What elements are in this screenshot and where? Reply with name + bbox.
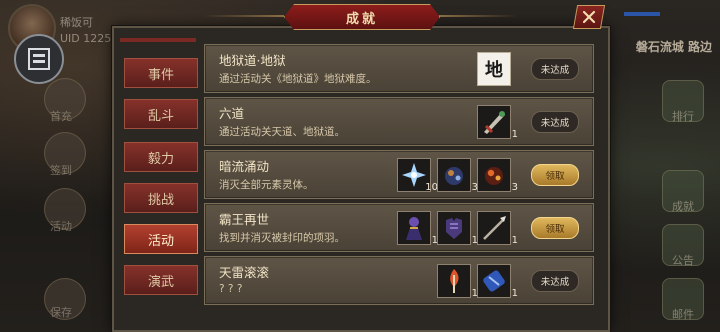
reward-item[interactable]: 10 [397,158,438,193]
tab-label: 演武 [147,274,174,290]
svg-text:地: 地 [485,59,503,81]
ranking-label: 排行 [672,110,694,123]
element-orb-icon [445,167,463,185]
warrior-icon [406,217,422,240]
reward-quantity: 1 [511,288,518,299]
achievement-row: 天雷滚滚 ? ? ? 1 1 未达成 [204,256,594,305]
tab-label: 乱斗 [147,108,174,124]
reward-item[interactable]: 1 [477,105,518,140]
event-label: 活动 [50,220,72,233]
armor-icon [446,218,462,239]
status-label: 未达成 [540,118,570,129]
sign-in-label: 签到 [50,164,72,177]
achievement-description: 消灭全部元素灵体。 [219,179,314,191]
achievement-row: 六道 通过活动关天道、地狱道。 1 未达成 [204,97,594,146]
close-icon [582,10,596,24]
achievement-label: 成就 [672,200,694,213]
tab-challenge[interactable]: 挑战 [124,183,198,213]
notice-label: 公告 [672,254,694,267]
first-recharge-label: 首充 [50,110,72,123]
reward-quantity: 1 [511,235,518,246]
spear-icon [483,216,506,240]
achievement-description: 找到并消灭被封印的项羽。 [219,232,345,244]
resource-bar [624,12,660,16]
reward-item[interactable]: 1 [477,264,518,299]
hell-character-icon: 地 [485,59,503,81]
achievement-title: 暗流涌动 [219,159,270,174]
status-button[interactable]: 未达成 [531,58,579,80]
flame-sword-icon [450,269,459,293]
achievement-description: ? ? ? [219,283,243,295]
player-uid: UID 12255 [60,32,119,45]
reward-item[interactable]: 1 [437,211,478,246]
dialog-title: 成就 [345,11,378,27]
achievement-row: 霸王再世 找到并消灭被封印的项羽。 1 1 1 领取 [204,203,594,252]
location-label: 磐石流城 路边 [635,40,712,54]
tab-martial-drill[interactable]: 演武 [124,265,198,295]
save-label: 保存 [50,306,72,319]
scroll-icon [483,270,505,292]
status-label: 领取 [545,224,565,235]
reward-item[interactable]: 3 [477,158,518,193]
tab-column-top [120,38,196,42]
reward-item[interactable]: 地 [477,52,511,86]
menu-icon [28,48,50,70]
achievement-description: 通过活动关《地狱道》地狱难度。 [219,73,377,85]
tab-activity[interactable]: 活动 [124,224,198,254]
mail-label: 邮件 [672,308,694,321]
tab-event[interactable]: 事件 [124,58,198,88]
status-label: 领取 [545,171,565,182]
achievement-title: 霸王再世 [219,212,270,227]
reward-item[interactable]: 1 [477,211,518,246]
reward-quantity: 1 [511,129,518,140]
claim-button[interactable]: 领取 [531,217,579,239]
status-button[interactable]: 未达成 [531,270,579,292]
dialog-title-plate: 成就 [284,4,440,30]
achievement-title: 天雷滚滚 [219,265,270,280]
status-label: 未达成 [540,65,570,76]
achievement-title: 六道 [219,106,245,121]
reward-item[interactable]: 1 [437,264,478,299]
status-label: 未达成 [540,277,570,288]
reward-item[interactable]: 1 [397,211,438,246]
tab-perseverance[interactable]: 毅力 [124,142,198,172]
tab-label: 毅力 [147,151,174,167]
player-name: 稀饭可 [60,16,93,29]
menu-button[interactable] [14,34,64,84]
achievement-row: 暗流涌动 消灭全部元素灵体。 10 3 3 领取 [204,150,594,199]
title-ornament-left [204,15,284,17]
close-button[interactable] [572,5,606,29]
tab-label: 挑战 [147,192,174,208]
title-ornament-right [438,15,518,17]
reward-quantity: 3 [511,182,518,193]
achievement-description: 通过活动关天道、地狱道。 [219,126,345,138]
achievement-title: 地狱道·地狱 [219,53,286,68]
fire-orb-icon [485,167,503,185]
blade-icon [484,111,505,134]
tab-label: 事件 [147,67,174,83]
tab-brawl[interactable]: 乱斗 [124,99,198,129]
claim-button[interactable]: 领取 [531,164,579,186]
tab-label: 活动 [147,233,174,249]
achievement-row: 地狱道·地狱 通过活动关《地狱道》地狱难度。 地 未达成 [204,44,594,93]
reward-item[interactable]: 3 [437,158,478,193]
status-button[interactable]: 未达成 [531,111,579,133]
